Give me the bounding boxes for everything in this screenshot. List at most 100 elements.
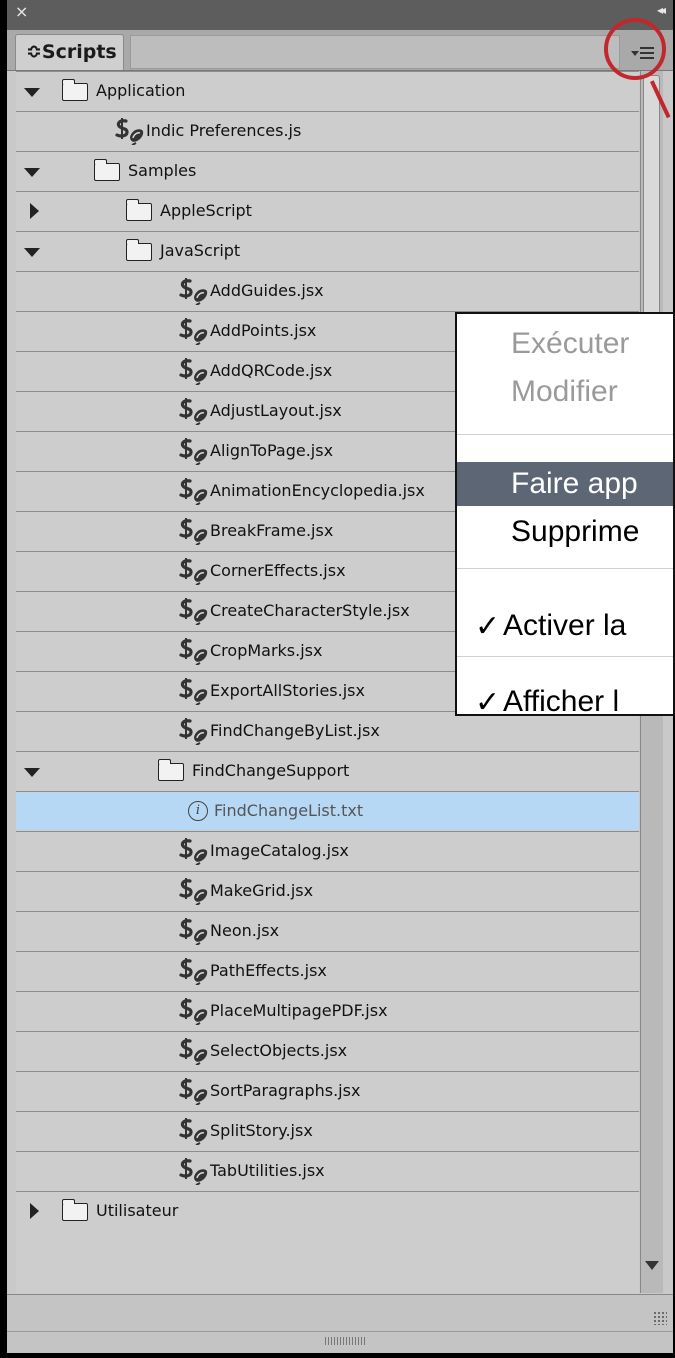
disclosure-expanded-icon[interactable] (24, 168, 40, 177)
script-file-icon (176, 957, 210, 985)
tree-folder-row[interactable]: JavaScript (16, 231, 639, 270)
tab-scripts[interactable]: ≎Scripts (15, 34, 124, 70)
script-file-icon (176, 877, 210, 905)
tree-item-label: ExportAllStories.jsx (210, 681, 365, 700)
tree-folder-row[interactable]: FindChangeSupport (16, 751, 639, 790)
script-file-icon (176, 997, 210, 1025)
tree-item-label: SortParagraphs.jsx (210, 1081, 361, 1100)
tree-file-row[interactable]: MakeGrid.jsx (16, 871, 639, 910)
menu-separator (457, 568, 673, 569)
script-file-icon (176, 837, 210, 865)
menu-separator (457, 656, 673, 657)
menu-separator (457, 434, 673, 435)
panel-title-bar: × ◂◂ (7, 0, 673, 30)
checkmark-icon: ✓ (475, 610, 501, 643)
annotation-circle (604, 18, 666, 80)
tab-bar-empty-area (130, 35, 620, 69)
checkmark-icon: ✓ (475, 686, 501, 716)
script-file-icon (176, 917, 210, 945)
tree-item-label: PlaceMultipagePDF.jsx (210, 1001, 388, 1020)
context-menu-item[interactable]: ✓ Afficher l (457, 680, 673, 716)
script-file-icon (176, 317, 210, 345)
script-file-icon (112, 117, 146, 145)
tree-item-label: Indic Preferences.js (146, 121, 302, 140)
script-file-icon (176, 517, 210, 545)
scroll-down-arrow-icon[interactable] (645, 1261, 659, 1270)
folder-icon (61, 1199, 88, 1221)
tree-file-row[interactable]: PlaceMultipagePDF.jsx (16, 991, 639, 1030)
context-menu-item[interactable]: ✓ Activer la (457, 604, 673, 648)
tree-item-label: AppleScript (160, 201, 252, 220)
tree-file-row[interactable]: i FindChangeList.txt (16, 791, 639, 830)
folder-icon (93, 159, 120, 181)
script-file-icon (176, 1077, 210, 1105)
disclosure-expanded-icon[interactable] (24, 768, 40, 777)
script-file-icon (176, 477, 210, 505)
tree-item-label: Utilisateur (96, 1201, 179, 1220)
footer-divider (7, 1331, 673, 1332)
tree-item-label: AddGuides.jsx (210, 281, 324, 300)
info-icon: i (188, 801, 208, 821)
script-file-icon (176, 357, 210, 385)
tree-item-label: CreateCharacterStyle.jsx (210, 601, 410, 620)
tree-item-label: AddPoints.jsx (210, 321, 317, 340)
context-menu-item-label: Supprime (511, 515, 640, 548)
context-menu-item[interactable]: Faire app (457, 462, 673, 506)
tree-file-row[interactable]: SelectObjects.jsx (16, 1031, 639, 1070)
tree-file-row[interactable]: FindChangeByList.jsx (16, 711, 639, 750)
resize-grip-icon[interactable] (325, 1337, 365, 1345)
corner-resize-icon[interactable] (653, 1311, 667, 1325)
context-menu-item-label: Exécuter (511, 327, 630, 360)
tree-file-row[interactable]: ImageCatalog.jsx (16, 831, 639, 870)
tree-item-label: AlignToPage.jsx (210, 441, 334, 460)
context-menu-item-label: Activer la (503, 609, 627, 642)
script-file-icon (176, 277, 210, 305)
script-file-icon (176, 677, 210, 705)
context-menu-item[interactable]: Supprime (457, 510, 673, 554)
script-file-icon (176, 597, 210, 625)
tree-item-label: SplitStory.jsx (210, 1121, 313, 1140)
disclosure-collapsed-icon[interactable] (30, 1203, 39, 1219)
context-menu-item: Modifier (457, 370, 673, 414)
folder-icon (157, 759, 184, 781)
folder-icon (125, 239, 152, 261)
folder-icon (125, 199, 152, 221)
disclosure-expanded-icon[interactable] (24, 88, 40, 97)
tree-item-label: SelectObjects.jsx (210, 1041, 348, 1060)
tree-item-label: Application (96, 81, 186, 100)
tree-folder-row[interactable]: AppleScript (16, 191, 639, 230)
tree-item-label: Samples (128, 161, 197, 180)
disclosure-collapsed-icon[interactable] (30, 203, 39, 219)
tree-folder-row[interactable]: Utilisateur (16, 1191, 639, 1230)
script-file-icon (176, 1157, 210, 1185)
disclosure-expanded-icon[interactable] (24, 248, 40, 257)
tree-file-row[interactable]: PathEffects.jsx (16, 951, 639, 990)
tree-item-label: PathEffects.jsx (210, 961, 327, 980)
script-file-icon (176, 437, 210, 465)
context-menu-item: Exécuter (457, 322, 673, 366)
tree-folder-row[interactable]: Samples (16, 151, 639, 190)
context-menu: Exécuter Modifier Faire app Supprime ✓ Active… (455, 312, 675, 716)
panel-footer (7, 1294, 673, 1353)
tree-file-row[interactable]: Neon.jsx (16, 911, 639, 950)
tree-item-label: Neon.jsx (210, 921, 280, 940)
tree-item-label: FindChangeList.txt (214, 801, 364, 820)
tree-file-row[interactable]: SplitStory.jsx (16, 1111, 639, 1150)
panel-tab-row: ≎Scripts (7, 30, 673, 71)
script-file-icon (176, 557, 210, 585)
tree-file-row[interactable]: SortParagraphs.jsx (16, 1071, 639, 1110)
script-file-icon (176, 1117, 210, 1145)
tree-item-label: AnimationEncyclopedia.jsx (210, 481, 425, 500)
tree-file-row[interactable]: TabUtilities.jsx (16, 1151, 639, 1190)
context-menu-item-label: Faire app (511, 467, 638, 500)
tree-item-label: TabUtilities.jsx (210, 1161, 325, 1180)
tree-item-label: AddQRCode.jsx (210, 361, 333, 380)
tree-file-row[interactable]: AddGuides.jsx (16, 271, 639, 310)
tree-file-row[interactable]: Indic Preferences.js (16, 111, 639, 150)
context-menu-item-label: Modifier (511, 375, 618, 408)
tree-folder-row[interactable]: Application (16, 71, 639, 110)
tree-item-label: MakeGrid.jsx (210, 881, 314, 900)
close-icon[interactable]: × (15, 4, 28, 20)
collapse-icon[interactable]: ◂◂ (657, 3, 666, 17)
script-file-icon (176, 637, 210, 665)
